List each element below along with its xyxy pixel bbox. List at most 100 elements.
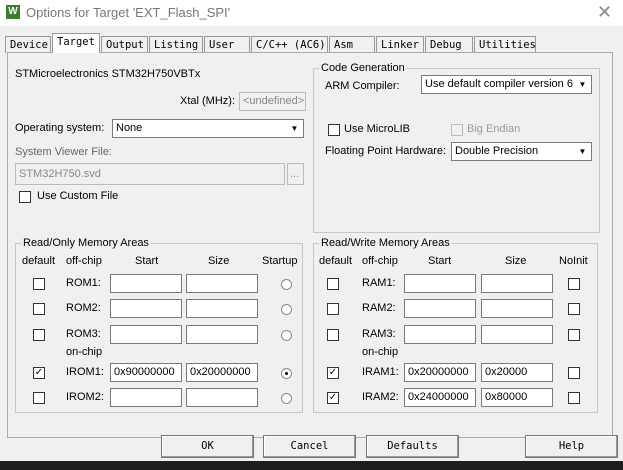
- noinit-checkbox[interactable]: [568, 329, 580, 341]
- memory-name: RAM2:: [362, 302, 396, 314]
- noinit-checkbox[interactable]: [568, 392, 580, 404]
- fpu-value: Double Precision: [455, 145, 539, 157]
- default-checkbox[interactable]: [327, 329, 339, 341]
- start-input[interactable]: 0x20000000: [404, 363, 476, 382]
- compiler-value: Use default compiler version 6: [425, 78, 573, 90]
- tab-c-c-ac6-[interactable]: C/C++ (AC6): [251, 36, 328, 53]
- xtal-label: Xtal (MHz):: [180, 95, 235, 107]
- tab-linker[interactable]: Linker: [376, 36, 424, 53]
- ram-group-title: Read/Write Memory Areas: [319, 237, 452, 249]
- tab-device[interactable]: Device: [5, 36, 51, 53]
- xtal-input[interactable]: <undefined>: [239, 92, 306, 111]
- big-endian-label: Big Endian: [467, 123, 521, 135]
- startup-radio[interactable]: [281, 304, 292, 315]
- size-input[interactable]: [186, 299, 258, 318]
- size-input[interactable]: [481, 274, 553, 293]
- ok-button[interactable]: OK: [161, 435, 254, 458]
- memory-name: RAM3:: [362, 328, 396, 340]
- noinit-checkbox[interactable]: [568, 303, 580, 315]
- startup-radio[interactable]: [281, 393, 292, 404]
- startup-radio[interactable]: [281, 368, 292, 379]
- tab-debug[interactable]: Debug: [425, 36, 473, 53]
- start-input[interactable]: [404, 299, 476, 318]
- default-checkbox[interactable]: [327, 278, 339, 290]
- default-checkbox[interactable]: ✓: [327, 367, 339, 379]
- device-name: STMicroelectronics STM32H750VBTx: [15, 68, 201, 80]
- os-select[interactable]: None ▼: [112, 119, 304, 138]
- svf-browse-button[interactable]: ...: [287, 163, 304, 185]
- tab-asm[interactable]: Asm: [329, 36, 375, 53]
- default-checkbox[interactable]: [327, 303, 339, 315]
- fpu-select[interactable]: Double Precision ▼: [451, 142, 592, 161]
- os-label: Operating system:: [15, 122, 105, 134]
- background-editor: [0, 461, 623, 470]
- compiler-select[interactable]: Use default compiler version 6 ▼: [421, 75, 592, 94]
- fpu-label: Floating Point Hardware:: [325, 145, 447, 157]
- help-button[interactable]: Help: [525, 435, 618, 458]
- tab-target[interactable]: Target: [52, 33, 100, 53]
- noinit-checkbox[interactable]: [568, 278, 580, 290]
- default-checkbox[interactable]: [33, 392, 45, 404]
- tab-user[interactable]: User: [204, 36, 250, 53]
- start-input[interactable]: [404, 325, 476, 344]
- rom-header-default: default: [22, 255, 56, 267]
- noinit-checkbox[interactable]: [568, 367, 580, 379]
- chevron-down-icon: ▼: [578, 147, 587, 156]
- start-input[interactable]: [110, 299, 182, 318]
- rom-header-start: Start: [135, 255, 159, 267]
- rom-header-offchip: off-chip: [66, 255, 102, 267]
- use-custom-file-checkbox[interactable]: [19, 191, 31, 203]
- default-checkbox[interactable]: [33, 329, 45, 341]
- ram-header-size: Size: [505, 255, 527, 267]
- size-input[interactable]: [481, 325, 553, 344]
- svf-input[interactable]: STM32H750.svd: [15, 163, 285, 185]
- ram-onchip-label: on-chip: [362, 346, 399, 358]
- size-input[interactable]: [481, 299, 553, 318]
- start-input[interactable]: 0x90000000: [110, 363, 182, 382]
- chevron-down-icon: ▼: [578, 80, 587, 89]
- default-checkbox[interactable]: [33, 303, 45, 315]
- memory-name: RAM1:: [362, 277, 396, 289]
- default-checkbox[interactable]: ✓: [33, 367, 45, 379]
- size-input[interactable]: [186, 325, 258, 344]
- cancel-button[interactable]: Cancel: [263, 435, 356, 458]
- tab-output[interactable]: Output: [101, 36, 148, 53]
- size-input[interactable]: 0x20000000: [186, 363, 258, 382]
- start-input[interactable]: [404, 274, 476, 293]
- ram-header-default: default: [319, 255, 353, 267]
- memory-name: IRAM2:: [362, 391, 399, 403]
- memory-name: ROM2:: [66, 302, 101, 314]
- memory-name: ROM3:: [66, 328, 101, 340]
- memory-name: ROM1:: [66, 277, 101, 289]
- os-value: None: [116, 122, 143, 134]
- startup-radio[interactable]: [281, 279, 292, 290]
- tab-utilities[interactable]: Utilities: [474, 36, 536, 53]
- start-input[interactable]: [110, 274, 182, 293]
- window-title: Options for Target 'EXT_Flash_SPI': [26, 5, 231, 20]
- size-input[interactable]: 0x20000: [481, 363, 553, 382]
- close-icon[interactable]: ✕: [597, 2, 612, 23]
- microlib-label: Use MicroLIB: [344, 123, 411, 135]
- compiler-label: ARM Compiler:: [325, 80, 400, 92]
- default-checkbox[interactable]: [33, 278, 45, 290]
- microlib-checkbox[interactable]: [328, 124, 340, 136]
- memory-name: IROM1:: [66, 366, 104, 378]
- size-input[interactable]: 0x80000: [481, 388, 553, 407]
- title-bar: W Options for Target 'EXT_Flash_SPI' ✕: [0, 0, 623, 26]
- start-input[interactable]: [110, 388, 182, 407]
- defaults-button[interactable]: Defaults: [366, 435, 459, 458]
- start-input[interactable]: [110, 325, 182, 344]
- use-custom-file-label: Use Custom File: [37, 190, 119, 202]
- size-input[interactable]: [186, 388, 258, 407]
- size-input[interactable]: [186, 274, 258, 293]
- default-checkbox[interactable]: ✓: [327, 392, 339, 404]
- start-input[interactable]: 0x24000000: [404, 388, 476, 407]
- startup-radio[interactable]: [281, 330, 292, 341]
- rom-header-extra: Startup: [262, 255, 298, 267]
- ram-header-start: Start: [428, 255, 452, 267]
- big-endian-checkbox[interactable]: [451, 124, 463, 136]
- memory-name: IROM2:: [66, 391, 104, 403]
- app-icon: W: [6, 5, 20, 19]
- code-generation-title: Code Generation: [319, 62, 407, 74]
- tab-listing[interactable]: Listing: [149, 36, 203, 53]
